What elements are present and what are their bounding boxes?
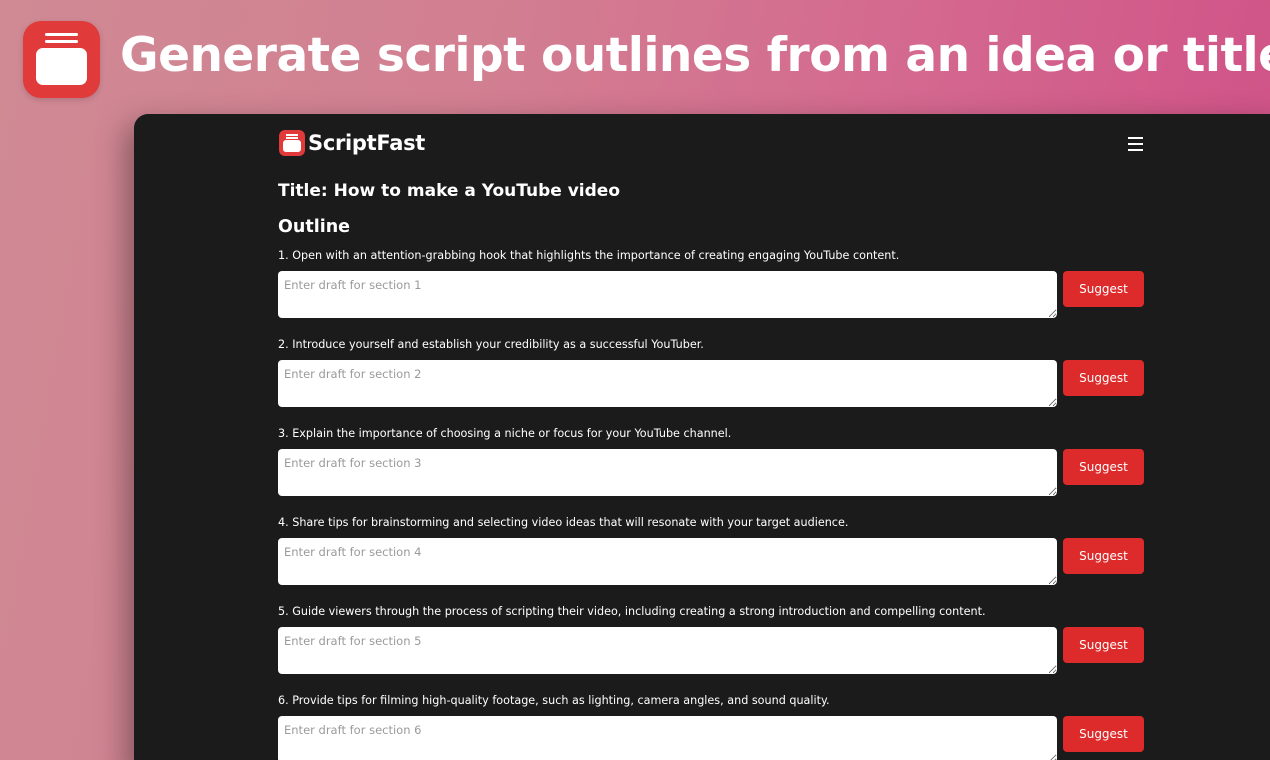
outline-sections: 1. Open with an attention-grabbing hook … xyxy=(278,248,1144,760)
section-draft-input[interactable] xyxy=(278,538,1057,585)
section-label: 3. Explain the importance of choosing a … xyxy=(278,427,732,440)
suggest-button[interactable]: Suggest xyxy=(1063,538,1144,574)
icon-card xyxy=(36,48,87,85)
outline-heading: Outline xyxy=(278,217,351,237)
suggest-button[interactable]: Suggest xyxy=(1063,716,1144,752)
outline-section: 2. Introduce yourself and establish your… xyxy=(278,337,1144,426)
brand-name: ScriptFast xyxy=(308,131,426,155)
section-label: 1. Open with an attention-grabbing hook … xyxy=(278,249,900,262)
section-draft-input[interactable] xyxy=(278,716,1057,760)
section-label: 2. Introduce yourself and establish your… xyxy=(278,338,704,351)
section-label: 4. Share tips for brainstorming and sele… xyxy=(278,516,849,529)
outline-section: 1. Open with an attention-grabbing hook … xyxy=(278,248,1144,337)
section-label: 6. Provide tips for filming high-quality… xyxy=(278,694,830,707)
outline-section: 5. Guide viewers through the process of … xyxy=(278,604,1144,693)
outline-section: 3. Explain the importance of choosing a … xyxy=(278,426,1144,515)
section-draft-input[interactable] xyxy=(278,360,1057,407)
outline-section: 6. Provide tips for filming high-quality… xyxy=(278,693,1144,760)
app-window: ScriptFast Title: How to make a YouTube … xyxy=(134,114,1270,760)
suggest-button[interactable]: Suggest xyxy=(1063,360,1144,396)
scriptfast-app-icon xyxy=(23,21,100,98)
section-draft-input[interactable] xyxy=(278,271,1057,318)
scriptfast-logo-icon xyxy=(279,130,305,156)
section-draft-input[interactable] xyxy=(278,627,1057,674)
suggest-button[interactable]: Suggest xyxy=(1063,627,1144,663)
outline-section: 4. Share tips for brainstorming and sele… xyxy=(278,515,1144,604)
brand[interactable]: ScriptFast xyxy=(279,129,425,157)
icon-line xyxy=(45,33,78,36)
hamburger-menu-icon[interactable] xyxy=(1128,137,1143,151)
suggest-button[interactable]: Suggest xyxy=(1063,271,1144,307)
icon-line xyxy=(45,40,78,43)
hero-headline: Generate script outlines from an idea or… xyxy=(120,28,1270,83)
page-title: Title: How to make a YouTube video xyxy=(278,181,621,201)
suggest-button[interactable]: Suggest xyxy=(1063,449,1144,485)
section-label: 5. Guide viewers through the process of … xyxy=(278,605,986,618)
section-draft-input[interactable] xyxy=(278,449,1057,496)
